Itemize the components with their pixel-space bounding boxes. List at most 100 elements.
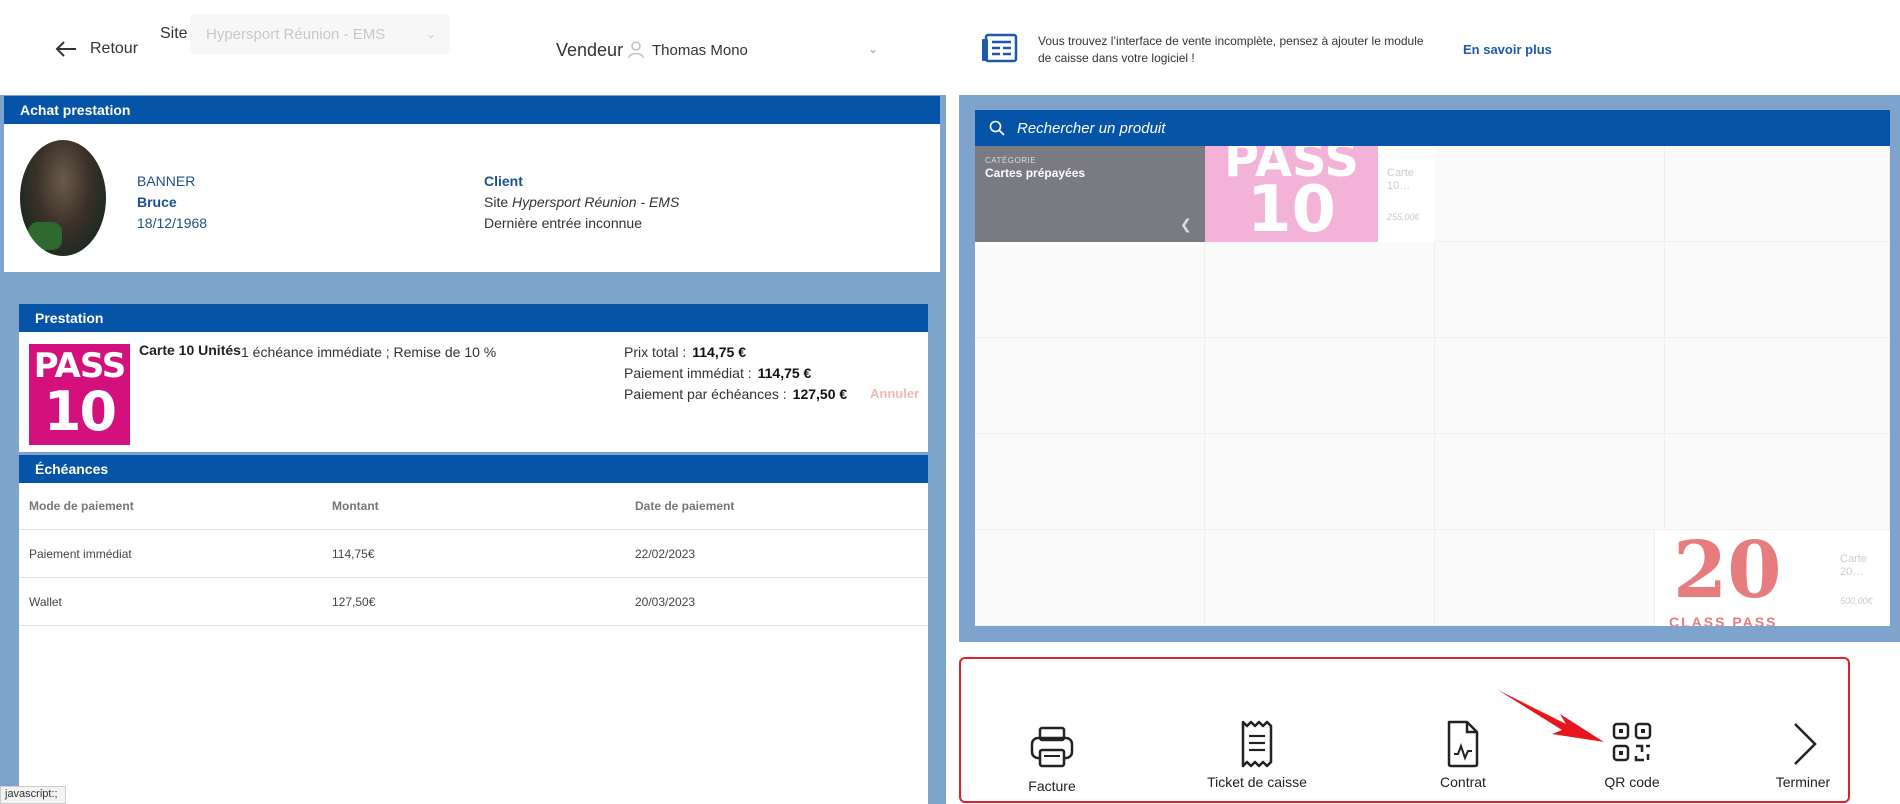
- client-birth-date: 18/12/1968: [137, 215, 208, 231]
- client-title: Client: [484, 173, 523, 189]
- table-cell: 114,75€: [332, 547, 375, 561]
- category-caption: CATÉGORIE: [985, 156, 1037, 165]
- table-cell: 20/03/2023: [635, 595, 696, 609]
- category-name: Cartes prépayées: [985, 166, 1086, 180]
- table-cell: Wallet: [29, 595, 62, 609]
- client-last-entry: Dernière entrée inconnue: [484, 215, 642, 231]
- achat-header: Achat prestation: [4, 96, 940, 124]
- product-tile[interactable]: [1435, 434, 1665, 530]
- user-icon: [628, 41, 644, 59]
- receipt-button[interactable]: Ticket de caisse: [1197, 718, 1317, 790]
- finish-label: Terminer: [1775, 774, 1831, 790]
- learn-more-link[interactable]: En savoir plus: [1463, 42, 1552, 57]
- actions-panel: [959, 657, 1850, 803]
- chevron-right-icon: [1794, 723, 1817, 765]
- product-tile[interactable]: [975, 434, 1205, 530]
- product2-image-number: 20: [1673, 530, 1782, 616]
- table-cell: Paiement immédiat: [29, 547, 132, 561]
- client-site: Site Hypersport Réunion - EMS: [484, 194, 679, 210]
- site-select[interactable]: Hypersport Réunion - EMS ⌄: [190, 14, 450, 54]
- finish-button[interactable]: Terminer: [1763, 718, 1843, 790]
- product-tile[interactable]: [975, 338, 1205, 434]
- table-cell: 22/02/2023: [635, 547, 696, 561]
- site-label: Site: [160, 25, 188, 42]
- search-icon: [989, 120, 1005, 136]
- installments-payment-label: Paiement par échéances :: [624, 386, 787, 402]
- product-tile[interactable]: [1435, 146, 1665, 242]
- product1-price: 255,00€: [1387, 212, 1420, 222]
- product-image-pass10[interactable]: PASS 10: [1205, 146, 1378, 242]
- total-price-value: 114,75 €: [692, 344, 746, 360]
- product1-image-text-b: 10: [1246, 173, 1337, 242]
- client-last-name: BANNER: [137, 173, 196, 189]
- product-tile[interactable]: [1205, 242, 1435, 338]
- printer-icon: [1030, 726, 1074, 768]
- chevron-down-icon: ⌄: [867, 42, 878, 56]
- product-tile[interactable]: [1205, 338, 1435, 434]
- client-first-name: Bruce: [137, 194, 177, 210]
- product-tile[interactable]: [1435, 338, 1665, 434]
- echeances-card: Échéances: [19, 455, 928, 804]
- client-site-name: Hypersport Réunion - EMS: [512, 194, 680, 210]
- row-divider: [19, 577, 928, 578]
- vendeur-select-value: Thomas Mono: [652, 41, 748, 59]
- column-header: Mode de paiement: [29, 499, 134, 513]
- product-tile[interactable]: [1665, 338, 1890, 434]
- echeances-header: Échéances: [19, 455, 928, 483]
- search-placeholder: Rechercher un produit: [1017, 119, 1166, 137]
- product-tile[interactable]: [1205, 530, 1435, 626]
- product-tile[interactable]: [975, 242, 1205, 338]
- immediate-payment-value: 114,75 €: [757, 365, 812, 381]
- pass-image-line2: 10: [43, 380, 117, 443]
- pass-image-line1: PASS: [33, 346, 127, 386]
- chevron-down-icon: ⌄: [425, 27, 436, 41]
- invoice-label: Facture: [1028, 778, 1076, 794]
- contract-label: Contrat: [1440, 774, 1486, 790]
- product2-name: Carte 20…: [1840, 553, 1867, 578]
- red-arrow-icon: [1498, 690, 1604, 742]
- total-price-label: Prix total :: [624, 344, 687, 360]
- prestation-name: Carte 10 Unités: [139, 342, 241, 358]
- product-search-input[interactable]: Rechercher un produit: [975, 110, 1890, 146]
- cash-register-icon: [982, 33, 1018, 63]
- pass-10-image: PASS 10: [29, 344, 130, 445]
- immediate-payment: Paiement immédiat : 114,75 €: [624, 365, 811, 381]
- receipt-label: Ticket de caisse: [1207, 774, 1307, 790]
- product-tile[interactable]: [975, 530, 1205, 626]
- prestation-description: 1 échéance immédiate ; Remise de 10 %: [241, 344, 497, 360]
- column-header: Date de paiement: [635, 499, 735, 513]
- contract-button[interactable]: Contrat: [1423, 718, 1503, 790]
- chevron-left-icon[interactable]: ❮: [1180, 216, 1192, 233]
- invoice-button[interactable]: Facture: [1012, 722, 1092, 794]
- product-tile[interactable]: [1205, 434, 1435, 530]
- column-header: Montant: [332, 499, 379, 513]
- product1-name: Carte 10…: [1387, 167, 1414, 192]
- total-price: Prix total : 114,75 €: [624, 344, 746, 360]
- contract-icon: [1447, 720, 1479, 768]
- vendeur-select[interactable]: Thomas Mono ⌄: [628, 38, 888, 62]
- product-image-class-pass-20[interactable]: 20 CLASS PASS: [1655, 530, 1835, 626]
- installments-payment: Paiement par échéances : 127,50 €: [624, 386, 847, 402]
- vendeur-label: Vendeur: [556, 40, 624, 60]
- immediate-payment-label: Paiement immédiat :: [624, 365, 752, 381]
- row-divider: [19, 625, 928, 626]
- back-button[interactable]: Retour: [54, 40, 138, 58]
- client-site-prefix: Site: [484, 194, 513, 210]
- row-divider: [19, 529, 928, 530]
- receipt-icon: [1241, 720, 1273, 768]
- back-label: Retour: [90, 40, 139, 57]
- table-cell: 127,50€: [332, 595, 376, 609]
- product2-image-label: CLASS PASS: [1669, 614, 1778, 626]
- product-tile[interactable]: [1435, 530, 1655, 626]
- product-tile[interactable]: [1665, 146, 1890, 242]
- product-tile[interactable]: [1665, 434, 1890, 530]
- qr-code-label: QR code: [1604, 774, 1660, 790]
- prestation-header: Prestation: [19, 304, 928, 332]
- product-tile[interactable]: [1435, 242, 1665, 338]
- cancel-button[interactable]: Annuler: [870, 386, 919, 401]
- product2-price: 500,00€: [1840, 596, 1873, 606]
- module-info-text: Vous trouvez l’interface de vente incomp…: [1038, 34, 1424, 65]
- product-tile[interactable]: [1665, 242, 1890, 338]
- qr-code-icon: [1612, 722, 1652, 762]
- avatar: [20, 140, 106, 256]
